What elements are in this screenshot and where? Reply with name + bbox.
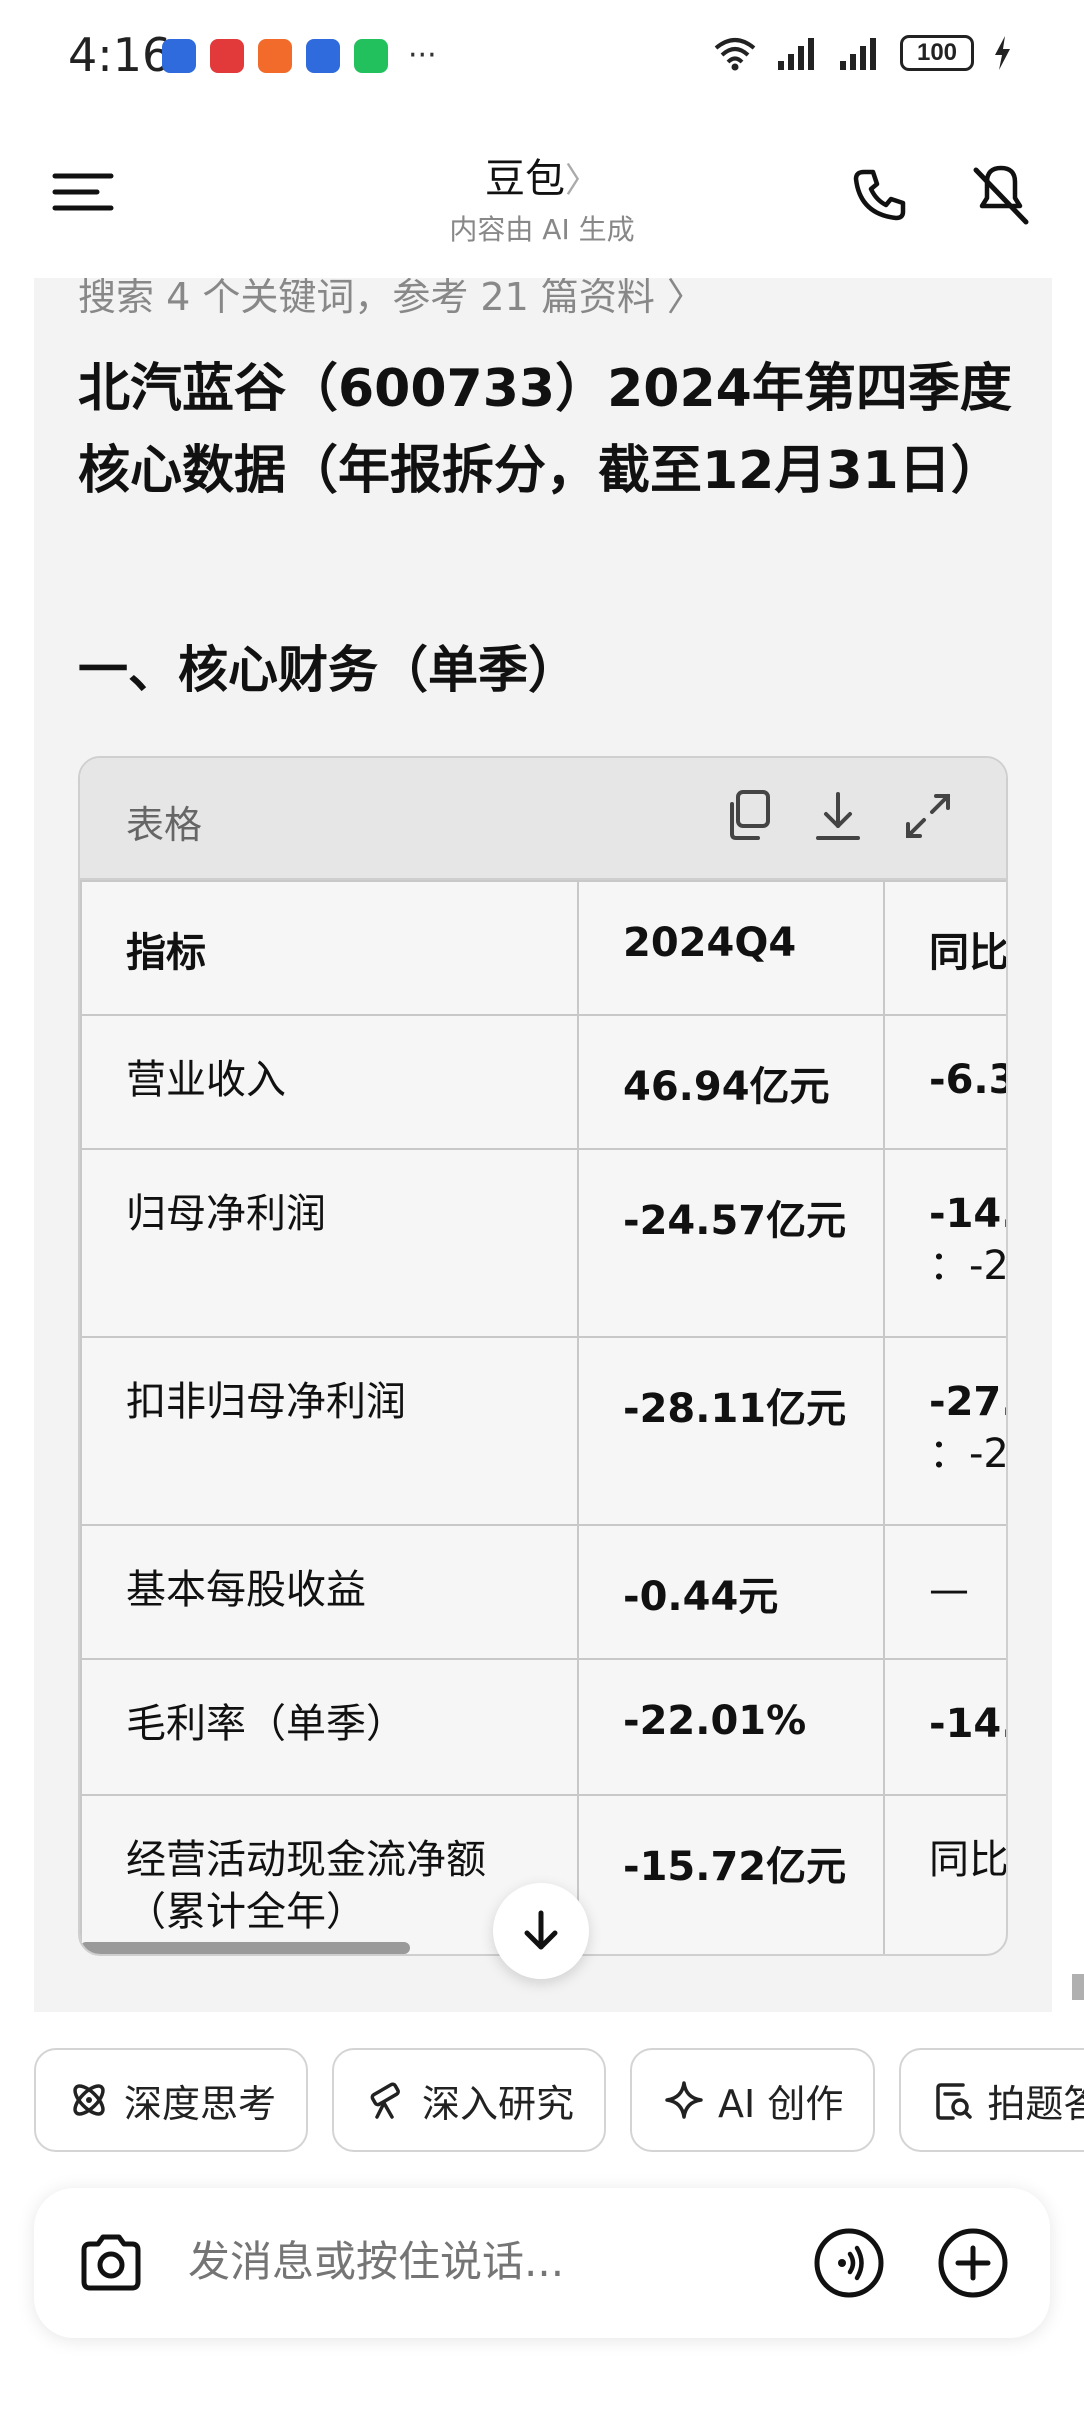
- wechat-icon: [354, 38, 388, 73]
- value-cell: -24.57亿元: [577, 1148, 885, 1338]
- change-cell: -14.: [883, 1658, 1006, 1796]
- change-line: -27.: [929, 1379, 1008, 1425]
- answer-card: 搜索 4 个关键词，参考 21 篇资料 〉 北汽蓝谷（600733）2024年第…: [34, 278, 1052, 2012]
- table-row: 扣非归母净利润 -28.11亿元 -27. ：-2: [80, 1336, 1008, 1526]
- financial-table: 指标 2024Q4 同比 营业收入 46.94亿元 -6.3 归母净利润 -24…: [80, 880, 1008, 1954]
- charging-icon: [995, 36, 1010, 70]
- change-line: -14.: [929, 1191, 1008, 1237]
- change-line: ：-2: [929, 1243, 1008, 1289]
- value-cell: -22.01%: [577, 1658, 885, 1796]
- metric-cell: 营业收入: [80, 1014, 579, 1150]
- photo-question-icon: [936, 2083, 973, 2120]
- camera-icon[interactable]: [74, 2226, 148, 2300]
- table-header-row: 指标 2024Q4 同比: [80, 880, 1006, 1016]
- phone-icon[interactable]: [846, 162, 912, 228]
- message-input[interactable]: [186, 2236, 746, 2287]
- page-scrollbar[interactable]: [1072, 1974, 1084, 2000]
- status-time: 4:16: [68, 28, 172, 82]
- status-bar: 4:16 ··· 100: [0, 0, 1084, 110]
- change-cell: 同比: [883, 1794, 1006, 1954]
- assistant-name[interactable]: 豆包: [485, 156, 565, 202]
- chat-title[interactable]: 豆包〉 内容由 AI 生成: [0, 146, 1084, 248]
- table-toolbar: 表格: [80, 758, 1006, 880]
- ai-disclaimer: 内容由 AI 生成: [449, 213, 635, 246]
- plus-icon[interactable]: [936, 2226, 1010, 2300]
- deep-think-chip[interactable]: 深度思考: [34, 2048, 309, 2152]
- signal-icon: [778, 38, 814, 70]
- metric-cell: 扣非归母净利润: [80, 1336, 579, 1526]
- ai-create-chip[interactable]: AI 创作: [630, 2048, 876, 2152]
- column-header: 指标: [80, 880, 579, 1016]
- value-cell: 46.94亿元: [577, 1014, 885, 1150]
- metric-cell: 归母净利润: [80, 1148, 579, 1338]
- download-icon[interactable]: [812, 788, 864, 844]
- table-row: 基本每股收益 -0.44元 —: [80, 1524, 1006, 1660]
- metric-cell: 毛利率（单季）: [80, 1658, 579, 1796]
- message-input-bar: [34, 2188, 1050, 2338]
- section-title: 一、核心财务（单季）: [78, 641, 578, 699]
- signal-icon: [840, 38, 876, 70]
- table-row: 营业收入 46.94亿元 -6.3: [80, 1014, 1006, 1150]
- voice-icon[interactable]: [812, 2226, 886, 2300]
- deep-research-chip[interactable]: 深入研究: [332, 2048, 607, 2152]
- metric-cell: 基本每股收益: [80, 1524, 579, 1660]
- wifi-icon: [714, 38, 756, 71]
- change-line: ：-2: [929, 1431, 1008, 1477]
- app-icon: [210, 38, 244, 73]
- table-horizontal-scrollbar[interactable]: [80, 1942, 410, 1954]
- chip-label: 深度思考: [124, 2081, 277, 2126]
- table-row: 毛利率（单季） -22.01% -14.: [80, 1658, 1006, 1796]
- column-header: 同比: [883, 880, 1006, 1016]
- chip-label: 拍题答: [987, 2081, 1084, 2126]
- value-cell: -28.11亿元: [577, 1336, 885, 1526]
- answer-heading: 北汽蓝谷（600733）2024年第四季度核心数据（年报拆分，截至12月31日）: [78, 359, 1012, 501]
- column-header: 2024Q4: [577, 880, 885, 1016]
- copy-icon[interactable]: [724, 788, 776, 844]
- shortcut-chips: 深度思考 深入研究 AI 创作 拍题答: [34, 2048, 1084, 2152]
- data-table-card: 表格 指标 2024Q4 同比 营业收入 46.94亿元 -6.3 归母净利润 …: [78, 756, 1008, 1956]
- battery-icon: 100: [900, 35, 974, 71]
- chevron-right-icon: 〉: [565, 161, 599, 201]
- status-right: 100: [712, 34, 1012, 72]
- arrow-down-icon: [524, 1910, 558, 1950]
- change-cell: -27. ：-2: [883, 1336, 1008, 1526]
- chip-label: 深入研究: [422, 2081, 575, 2126]
- mute-icon[interactable]: [968, 162, 1034, 228]
- search-summary-link[interactable]: 搜索 4 个关键词，参考 21 篇资料 〉: [78, 278, 705, 321]
- telescope-icon: [370, 2082, 400, 2119]
- table-row: 归母净利润 -24.57亿元 -14. ：-2: [80, 1148, 1008, 1338]
- app-icon: [306, 38, 340, 73]
- app-icon: [162, 38, 196, 73]
- expand-icon[interactable]: [902, 788, 954, 844]
- app-header: 豆包〉 内容由 AI 生成: [0, 110, 1084, 280]
- change-cell: -6.3: [883, 1014, 1006, 1150]
- sparkle-icon: [665, 2081, 703, 2119]
- table-label: 表格: [126, 803, 203, 847]
- change-cell: —: [883, 1524, 1006, 1660]
- scroll-down-button[interactable]: [493, 1883, 589, 1979]
- atom-icon: [73, 2084, 105, 2116]
- value-cell: -0.44元: [577, 1524, 885, 1660]
- value-cell: -15.72亿元: [577, 1794, 885, 1954]
- photo-question-chip[interactable]: 拍题答: [899, 2048, 1084, 2152]
- overflow-dots: ···: [408, 38, 437, 73]
- chip-label: AI 创作: [718, 2081, 844, 2126]
- app-icon: [258, 38, 292, 73]
- change-cell: -14. ：-2: [883, 1148, 1008, 1338]
- notification-icons: ···: [162, 38, 437, 73]
